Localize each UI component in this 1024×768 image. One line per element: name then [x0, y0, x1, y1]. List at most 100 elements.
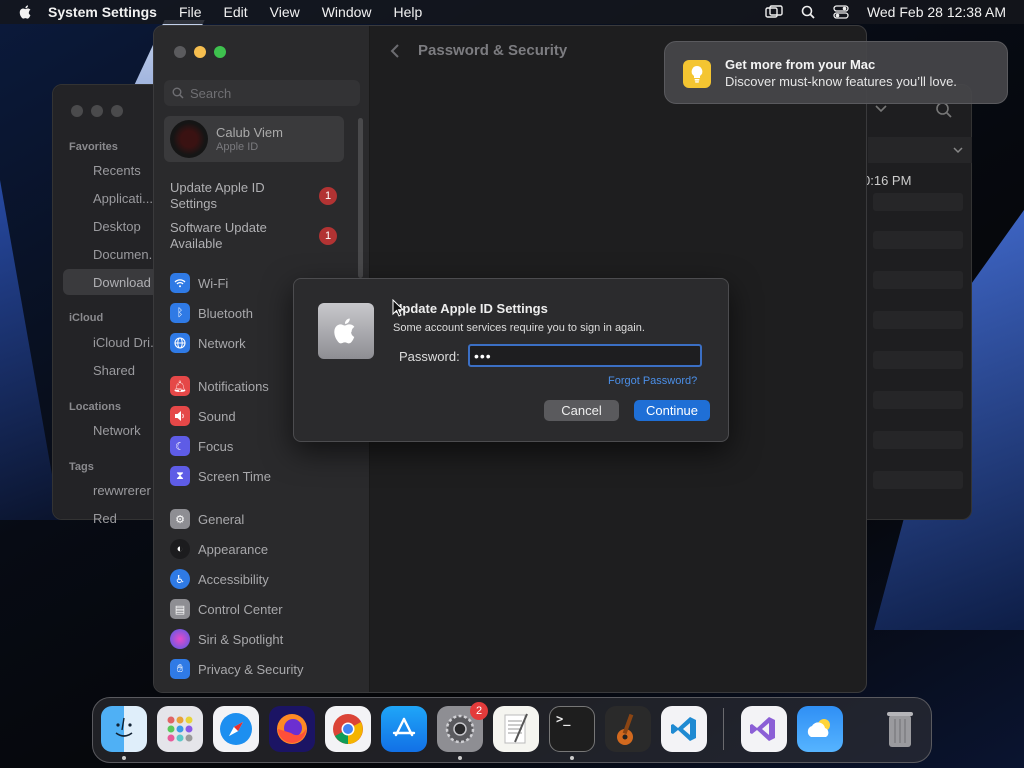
finder-tag-red[interactable]: Red [93, 511, 117, 526]
notification-badge: 1 [319, 187, 337, 205]
password-field[interactable] [468, 344, 702, 367]
textedit-app-icon[interactable] [493, 706, 539, 752]
siri-icon [170, 629, 190, 649]
control-center-icon[interactable] [833, 5, 849, 19]
weather-app-icon[interactable] [797, 706, 843, 752]
finder-row [873, 193, 963, 211]
garageband-app-icon[interactable] [605, 706, 651, 752]
close-button[interactable] [71, 105, 83, 117]
menu-window[interactable]: Window [322, 4, 372, 20]
finder-item-downloads[interactable]: Download [93, 275, 151, 290]
menu-app-name[interactable]: System Settings [48, 4, 157, 20]
finder-item-network[interactable]: Network [93, 423, 141, 438]
account-name: Calub Viem [216, 125, 283, 140]
sidebar-item-label: Focus [198, 438, 234, 454]
bluetooth-icon: ᛒ [170, 303, 190, 323]
sidebar-item-privacy-security[interactable]: ✋︎ Privacy & Security [170, 658, 303, 680]
safari-app-icon[interactable] [213, 706, 259, 752]
continue-button[interactable]: Continue [634, 400, 710, 421]
back-chevron-icon[interactable] [390, 43, 400, 59]
chevron-down-icon[interactable] [875, 105, 887, 113]
zoom-button[interactable] [111, 105, 123, 117]
apple-id-account[interactable]: Calub Viem Apple ID [164, 116, 344, 162]
cancel-button[interactable]: Cancel [544, 400, 619, 421]
sidebar-item-bluetooth[interactable]: ᛒ Bluetooth [170, 302, 253, 324]
update-apple-id-settings-item[interactable]: Update Apple ID Settings [170, 180, 300, 212]
finder-app-icon[interactable] [101, 706, 147, 752]
dialog-title: Update Apple ID Settings [393, 301, 548, 316]
finder-section-locations: Locations [69, 401, 121, 413]
sidebar-item-appearance[interactable]: ◐ Appearance [170, 538, 268, 560]
sidebar-scrollbar[interactable] [358, 118, 363, 278]
search-icon [172, 87, 184, 99]
finder-item-recents[interactable]: Recents [93, 163, 141, 178]
apple-id-sign-in-dialog: Update Apple ID Settings Some account se… [293, 278, 729, 442]
finder-section-tags: Tags [69, 461, 94, 473]
search-input[interactable] [190, 85, 350, 101]
notification-banner[interactable]: Get more from your Mac Discover must-kno… [664, 41, 1008, 104]
zoom-button[interactable] [214, 46, 226, 58]
chevron-down-icon[interactable] [953, 147, 963, 154]
dock-separator [723, 708, 724, 750]
vscode-app-icon[interactable] [661, 706, 707, 752]
finder-item-documents[interactable]: Documen... [93, 247, 159, 262]
app-store-icon[interactable] [381, 706, 427, 752]
minimize-button[interactable] [91, 105, 103, 117]
sidebar-item-label: Wi-Fi [198, 275, 229, 291]
dialog-message: Some account services require you to sig… [393, 322, 645, 334]
trash-icon[interactable] [877, 706, 923, 752]
firefox-app-icon[interactable] [269, 706, 315, 752]
sidebar-item-sound[interactable]: Sound [170, 405, 236, 427]
finder-row [873, 311, 963, 329]
menu-file[interactable]: File [179, 4, 202, 20]
sidebar-item-label: Control Center [198, 601, 283, 617]
finder-item-shared[interactable]: Shared [93, 363, 135, 378]
settings-search[interactable] [164, 80, 360, 106]
finder-row [873, 431, 963, 449]
close-button[interactable] [174, 46, 186, 58]
appearance-icon: ◐ [170, 539, 190, 559]
sidebar-item-control-center[interactable]: ▤ Control Center [170, 598, 283, 620]
finder-section-favorites: Favorites [69, 141, 118, 153]
finder-item-applications[interactable]: Applicati... [93, 191, 153, 206]
wifi-icon [170, 273, 190, 293]
finder-item-icloud-drive[interactable]: iCloud Dri... [93, 335, 161, 350]
sidebar-item-label: Accessibility [198, 571, 269, 587]
finder-tag-item[interactable]: rewwrerer [93, 483, 151, 498]
mouse-cursor-icon [392, 299, 404, 317]
account-subtitle: Apple ID [216, 141, 259, 153]
launchpad-app-icon[interactable] [157, 706, 203, 752]
menu-clock[interactable]: Wed Feb 28 12:38 AM [867, 4, 1006, 20]
menu-edit[interactable]: Edit [224, 4, 248, 20]
avatar [170, 120, 208, 158]
forgot-password-link[interactable]: Forgot Password? [608, 375, 697, 387]
finder-item-desktop[interactable]: Desktop [93, 219, 141, 234]
software-update-item[interactable]: Software Update Available [170, 220, 300, 252]
sidebar-item-wifi[interactable]: Wi-Fi [170, 272, 228, 294]
apple-logo-icon [318, 303, 374, 359]
sidebar-item-notifications[interactable]: 🔔︎ Notifications [170, 375, 269, 397]
page-title: Password & Security [418, 42, 568, 59]
sidebar-item-network[interactable]: Network [170, 332, 246, 354]
sidebar-item-label: Notifications [198, 378, 269, 394]
minimize-button[interactable] [194, 46, 206, 58]
menu-view[interactable]: View [270, 4, 300, 20]
chrome-app-icon[interactable] [325, 706, 371, 752]
sidebar-item-general[interactable]: ⚙ General [170, 508, 244, 530]
apple-menu-icon[interactable] [18, 4, 34, 20]
visual-studio-app-icon[interactable] [741, 706, 787, 752]
menu-help[interactable]: Help [394, 4, 423, 20]
sidebar-item-label: Privacy & Security [198, 661, 304, 677]
spotlight-search-icon[interactable] [801, 5, 815, 19]
sidebar-item-label: Sound [198, 408, 236, 424]
sidebar-item-siri-spotlight[interactable]: Siri & Spotlight [170, 628, 283, 650]
accessibility-icon: ♿︎ [170, 569, 190, 589]
running-indicator [122, 756, 126, 760]
sidebar-item-screen-time[interactable]: ⧗ Screen Time [170, 465, 271, 487]
terminal-app-icon[interactable]: >_ [549, 706, 595, 752]
finder-row [873, 271, 963, 289]
sidebar-item-focus[interactable]: ☾ Focus [170, 435, 233, 457]
sidebar-item-accessibility[interactable]: ♿︎ Accessibility [170, 568, 269, 590]
screen-mirroring-icon[interactable] [765, 5, 783, 19]
finder-date-cell: 0:16 PM [863, 173, 912, 188]
